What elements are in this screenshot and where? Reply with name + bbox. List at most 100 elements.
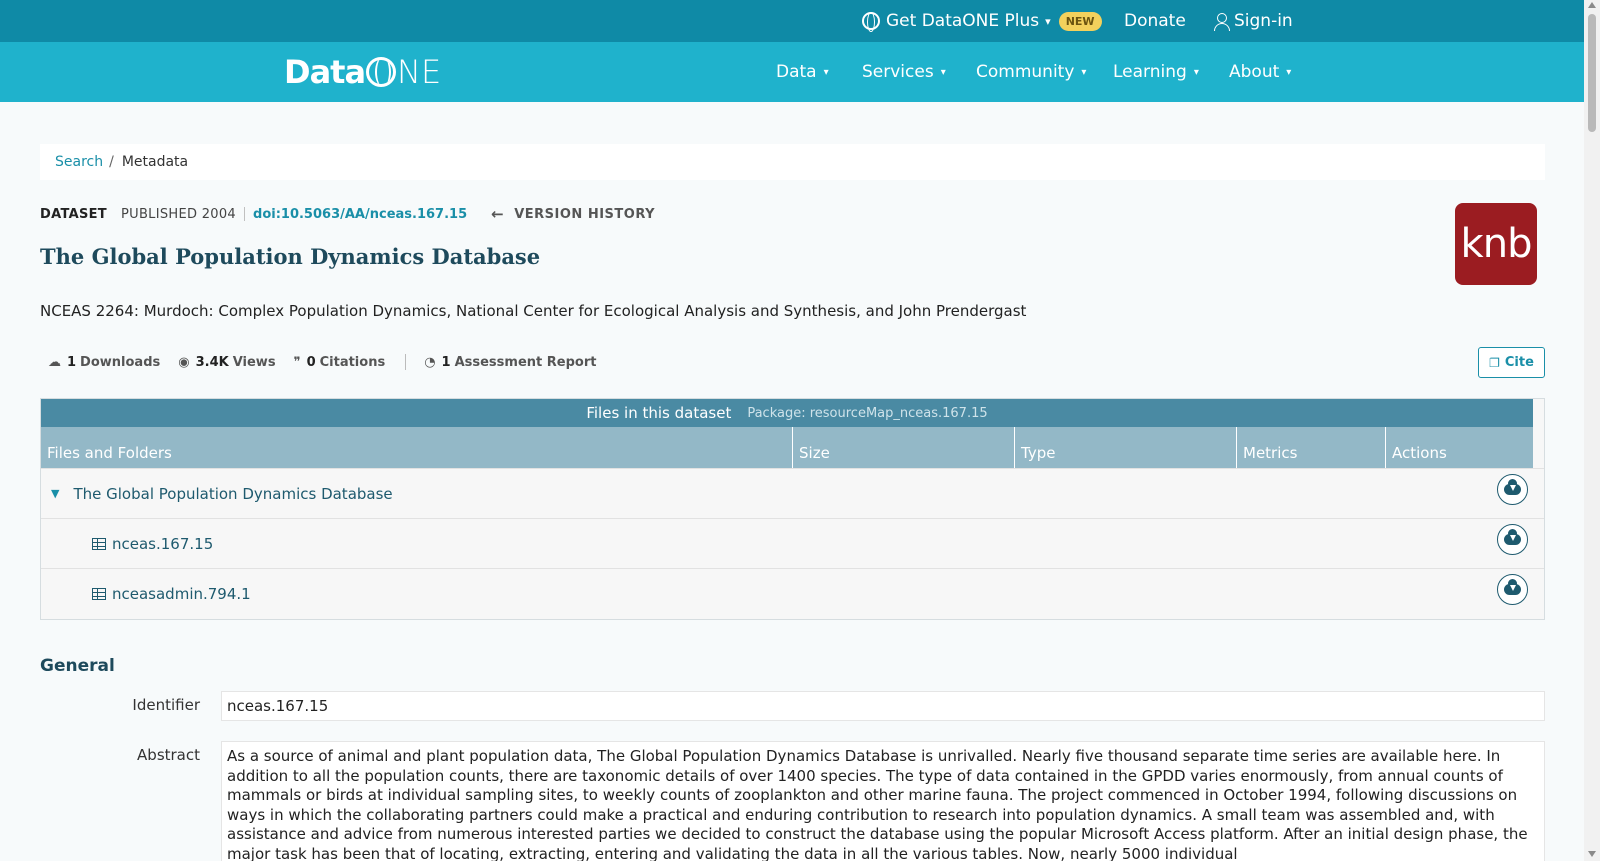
file-name: nceasadmin.794.1 bbox=[112, 584, 251, 603]
cloud-download-icon bbox=[1504, 529, 1521, 545]
breadcrumb: Search / Metadata bbox=[40, 144, 1545, 180]
dataset-creators: NCEAS 2264: Murdoch: Complex Population … bbox=[40, 302, 1027, 320]
knb-repository-logo[interactable]: knb bbox=[1455, 203, 1537, 285]
dataset-title: The Global Population Dynamics Database bbox=[40, 244, 541, 269]
downloads-label: Downloads bbox=[80, 354, 161, 370]
cite-label: Cite bbox=[1504, 355, 1534, 370]
table-row: nceas.167.15 bbox=[41, 518, 1544, 568]
gauge-icon: ◔ bbox=[424, 354, 436, 370]
get-dataone-plus-menu[interactable]: Get DataONE Plus ▾ NEW bbox=[862, 0, 1102, 42]
folder-row-name[interactable]: ▼ The Global Population Dynamics Databas… bbox=[51, 485, 393, 503]
citations-label: Citations bbox=[319, 354, 386, 370]
general-section-heading: General bbox=[40, 656, 115, 676]
globe-icon bbox=[862, 12, 880, 32]
assessment-count: 1 bbox=[441, 354, 451, 370]
scroll-up-arrow[interactable] bbox=[1588, 2, 1596, 8]
scroll-down-arrow[interactable] bbox=[1588, 851, 1596, 857]
user-icon bbox=[1214, 13, 1230, 31]
downloads-metric[interactable]: ☁ 1 Downloads bbox=[48, 355, 160, 370]
cloud-download-icon bbox=[1504, 479, 1521, 495]
assessment-metric[interactable]: ◔ 1 Assessment Report bbox=[424, 355, 596, 370]
sign-in-link[interactable]: Sign-in bbox=[1214, 0, 1293, 42]
column-metrics[interactable]: Metrics bbox=[1237, 427, 1386, 468]
table-row: nceasadmin.794.1 bbox=[41, 568, 1544, 618]
citations-metric[interactable]: ❞ 0 Citations bbox=[294, 355, 386, 370]
file-name: nceas.167.15 bbox=[112, 534, 214, 553]
files-table-title: Files in this dataset bbox=[586, 404, 732, 422]
page-scrollbar[interactable] bbox=[1584, 0, 1600, 861]
top-utility-bar: Get DataONE Plus ▾ NEW Donate Sign-in bbox=[0, 0, 1584, 42]
eye-icon: ◉ bbox=[178, 354, 190, 370]
download-button[interactable] bbox=[1497, 524, 1528, 555]
chevron-down-icon: ▾ bbox=[1081, 66, 1087, 78]
nav-learning-label: Learning bbox=[1113, 62, 1187, 82]
nav-about-label: About bbox=[1229, 62, 1280, 82]
files-table-columns: Files and Folders Size Type Metrics Acti… bbox=[41, 427, 1533, 468]
version-history-link[interactable]: ← VERSION HISTORY bbox=[491, 205, 655, 223]
nav-services-label: Services bbox=[862, 62, 934, 82]
meta-divider bbox=[244, 207, 246, 221]
donate-link[interactable]: Donate bbox=[1124, 0, 1186, 42]
assessment-label: Assessment Report bbox=[454, 354, 597, 370]
breadcrumb-search-link[interactable]: Search bbox=[55, 154, 103, 170]
cloud-download-icon: ☁ bbox=[48, 354, 61, 370]
quote-icon: ❞ bbox=[293, 354, 301, 370]
citations-count: 0 bbox=[306, 354, 316, 370]
logo-text-ne: NE bbox=[397, 53, 442, 91]
abstract-value: As a source of animal and plant populati… bbox=[221, 741, 1545, 861]
globe-logo-icon bbox=[366, 57, 397, 87]
column-size[interactable]: Size bbox=[793, 427, 1015, 468]
get-dataone-plus-label: Get DataONE Plus bbox=[886, 11, 1040, 31]
nav-services[interactable]: Services ▾ bbox=[862, 42, 946, 102]
files-table-header: Files in this dataset Package: resourceM… bbox=[41, 399, 1533, 427]
views-label: Views bbox=[232, 354, 276, 370]
file-row-name[interactable]: nceas.167.15 bbox=[92, 535, 213, 553]
nav-data[interactable]: Data ▾ bbox=[776, 42, 829, 102]
chevron-down-icon: ▾ bbox=[823, 66, 829, 78]
nav-community[interactable]: Community ▾ bbox=[976, 42, 1086, 102]
copy-icon: ❐ bbox=[1489, 355, 1500, 370]
file-row-name[interactable]: nceasadmin.794.1 bbox=[92, 585, 251, 603]
chevron-down-icon: ▾ bbox=[1286, 66, 1292, 78]
chevron-down-icon: ▾ bbox=[940, 66, 946, 78]
folder-name: The Global Population Dynamics Database bbox=[73, 484, 393, 503]
nav-about[interactable]: About ▾ bbox=[1229, 42, 1291, 102]
new-badge: NEW bbox=[1058, 11, 1102, 31]
dataset-metrics: ☁ 1 Downloads ◉ 3.4K Views ❞ 0 Citations… bbox=[48, 352, 614, 372]
views-metric[interactable]: ◉ 3.4K Views bbox=[178, 355, 275, 370]
package-label: Package: resourceMap_nceas.167.15 bbox=[747, 405, 988, 421]
cite-button[interactable]: ❐ Cite bbox=[1478, 347, 1545, 378]
column-type[interactable]: Type bbox=[1015, 427, 1237, 468]
main-navbar: Data NE Data ▾ Services ▾ Community ▾ Learn… bbox=[0, 42, 1584, 102]
download-button[interactable] bbox=[1497, 574, 1528, 605]
dataset-meta-row: DATASET PUBLISHED 2004 doi:10.5063/AA/nc… bbox=[40, 204, 655, 224]
arrow-left-icon: ← bbox=[491, 205, 505, 223]
caret-down-icon[interactable]: ▼ bbox=[51, 487, 59, 500]
download-button[interactable] bbox=[1497, 474, 1528, 505]
chevron-down-icon: ▾ bbox=[1193, 66, 1199, 78]
table-row: ▼ The Global Population Dynamics Databas… bbox=[41, 468, 1544, 518]
breadcrumb-separator: / bbox=[109, 154, 114, 170]
logo-text-data: Data bbox=[284, 53, 366, 91]
column-actions[interactable]: Actions bbox=[1386, 427, 1533, 468]
column-files-and-folders[interactable]: Files and Folders bbox=[41, 427, 793, 468]
views-count: 3.4K bbox=[195, 354, 229, 370]
nav-learning[interactable]: Learning ▾ bbox=[1113, 42, 1199, 102]
metrics-divider bbox=[405, 354, 407, 370]
dataset-type-label: DATASET bbox=[40, 206, 107, 222]
downloads-count: 1 bbox=[67, 354, 77, 370]
scrollbar-thumb[interactable] bbox=[1588, 14, 1596, 132]
dataone-logo[interactable]: Data NE bbox=[284, 52, 441, 92]
table-icon bbox=[92, 537, 106, 550]
cloud-download-icon bbox=[1504, 579, 1521, 595]
breadcrumb-current: Metadata bbox=[121, 154, 189, 170]
sign-in-label: Sign-in bbox=[1234, 11, 1293, 31]
identifier-label: Identifier bbox=[132, 696, 200, 714]
table-icon bbox=[92, 587, 106, 600]
chevron-down-icon: ▾ bbox=[1045, 14, 1051, 28]
published-label: PUBLISHED 2004 bbox=[120, 206, 237, 222]
version-history-label: VERSION HISTORY bbox=[514, 206, 656, 222]
abstract-label: Abstract bbox=[137, 746, 200, 764]
doi-link[interactable]: doi:10.5063/AA/nceas.167.15 bbox=[253, 207, 467, 222]
files-table: Files in this dataset Package: resourceM… bbox=[40, 398, 1545, 620]
